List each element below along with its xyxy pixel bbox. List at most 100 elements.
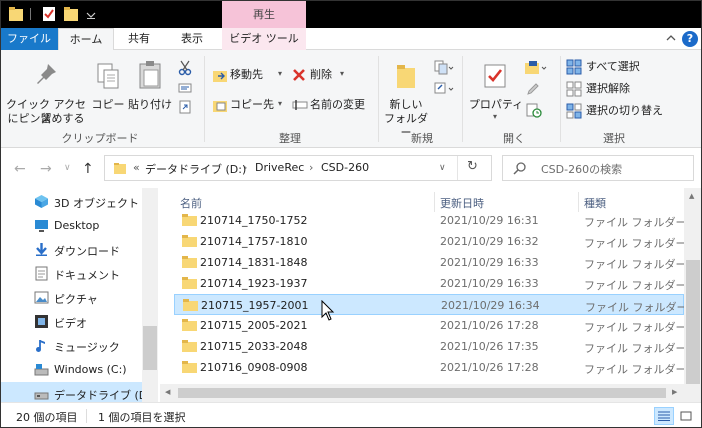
copy-to-button[interactable]: コピー先 ▾ (210, 94, 286, 116)
column-divider[interactable] (434, 192, 435, 212)
help-icon[interactable]: ? (682, 31, 698, 47)
address-divider (457, 156, 458, 180)
breadcrumb-drive-d[interactable]: データドライブ (D:) (145, 161, 246, 177)
nav-item-desktop[interactable]: Desktop (0, 214, 142, 238)
paste-shortcut-icon[interactable] (178, 100, 192, 114)
tab-home[interactable]: ホーム (58, 28, 114, 51)
nav-item-music[interactable]: ミュージック (0, 334, 142, 358)
nav-item-documents[interactable]: ドキュメント (0, 262, 142, 286)
nav-item-label: Desktop (54, 219, 100, 232)
ribbon-separator (462, 56, 463, 142)
nav-scrollbar-thumb[interactable] (143, 326, 157, 370)
new-folder-label-line1: 新しい (389, 98, 423, 111)
nav-item-downloads[interactable]: ダウンロード (0, 238, 142, 262)
tab-video-tools[interactable]: ビデオ ツール (222, 28, 306, 50)
select-none-icon (566, 81, 582, 97)
column-header-sort-area (160, 188, 684, 192)
cut-scissors-icon[interactable] (178, 60, 192, 76)
recent-locations-chevron-icon[interactable]: ∨ (64, 163, 71, 173)
scroll-up-arrow-icon[interactable]: ▲ (689, 192, 694, 200)
select-none-button[interactable]: 選択解除 (566, 80, 676, 98)
up-arrow-icon[interactable]: ↑ (82, 161, 94, 177)
horizontal-scrollbar-thumb[interactable] (178, 388, 666, 398)
move-to-button[interactable]: 移動先 ▾ (210, 64, 286, 86)
refresh-icon[interactable]: ↻ (467, 159, 478, 174)
nav-item-videos[interactable]: ビデオ (0, 310, 142, 334)
file-type: ファイル フォルダー (584, 342, 687, 355)
nav-item-3d-objects[interactable]: 3D オブジェクト (0, 190, 142, 214)
breadcrumb-overflow[interactable]: « (133, 161, 140, 174)
ribbon-tab-bar: ファイル ホーム 共有 表示 ビデオ ツール ? (0, 28, 702, 51)
tab-view[interactable]: 表示 (164, 28, 220, 50)
paste-button[interactable]: 貼り付け (128, 54, 172, 126)
table-row[interactable]: 210714_1757-1810 2021/10/29 16:32 ファイル フ… (174, 231, 687, 252)
ribbon-separator (378, 56, 379, 142)
scroll-left-arrow-icon[interactable]: ◀ (165, 388, 170, 396)
ribbon-collapse-chevron-icon[interactable] (666, 33, 676, 43)
new-folder-icon[interactable] (64, 6, 78, 22)
table-row[interactable]: 210715_2005-2021 2021/10/26 17:28 ファイル フ… (174, 315, 687, 336)
breadcrumb-separator-icon[interactable]: › (309, 161, 313, 174)
invert-selection-button[interactable]: 選択の切り替え (566, 102, 686, 120)
breadcrumb-csd260[interactable]: CSD-260 (321, 161, 369, 174)
nav-item-pictures[interactable]: ピクチャ (0, 286, 142, 310)
history-clock-icon[interactable] (526, 102, 542, 118)
table-row[interactable]: 210714_1923-1937 2021/10/29 16:33 ファイル フ… (174, 273, 687, 294)
edit-pencil-icon[interactable] (526, 82, 540, 96)
column-header-name[interactable]: 名前 (180, 195, 202, 211)
file-name: 210714_1923-1937 (200, 277, 308, 290)
back-arrow-icon[interactable]: ← (14, 161, 26, 177)
search-box[interactable]: CSD-260の検索 (502, 155, 694, 181)
properties-label: プロパティ (468, 98, 524, 111)
tab-file[interactable]: ファイル (0, 28, 58, 50)
open-with-icon[interactable] (524, 60, 548, 76)
column-header-modified[interactable]: 更新日時 (440, 195, 484, 211)
open-group-label: 開く (503, 132, 525, 145)
copy-button[interactable]: コピー (88, 54, 128, 126)
file-type: ファイル フォルダー (584, 279, 687, 292)
folder-icon (114, 163, 126, 174)
delete-button[interactable]: 削除 ▾ (290, 64, 350, 86)
table-row-selected[interactable]: 210715_1957-2001 2021/10/29 16:34 ファイル フ… (174, 294, 688, 315)
forward-arrow-icon[interactable]: → (40, 161, 52, 177)
mouse-cursor-icon (321, 300, 335, 321)
copy-path-icon[interactable] (178, 82, 192, 94)
large-icons-view-button[interactable] (676, 407, 696, 425)
nav-item-windows-c[interactable]: Windows (C:) (0, 358, 142, 382)
breadcrumb-separator-icon[interactable]: › (243, 161, 247, 174)
properties-check-icon[interactable] (42, 6, 56, 22)
video-tools-context-header: 再生 (222, 0, 306, 28)
copy-icon (97, 63, 119, 89)
move-folder-icon (213, 71, 227, 82)
column-divider[interactable] (578, 192, 579, 212)
table-row[interactable]: 210714_1831-1848 2021/10/29 16:33 ファイル フ… (174, 252, 687, 273)
address-dropdown-chevron-icon[interactable]: ∨ (439, 163, 446, 173)
folder-icon (182, 361, 197, 373)
selection-count: 1 個の項目を選択 (98, 411, 186, 424)
details-view-button[interactable] (654, 407, 674, 425)
new-folder-button[interactable]: 新しい フォルダー (382, 54, 430, 139)
new-item-icon[interactable] (434, 60, 454, 76)
delete-x-icon (293, 69, 305, 81)
copy-label: コピー (91, 98, 125, 111)
tab-share[interactable]: 共有 (114, 28, 164, 50)
file-type: ファイル フォルダー (585, 301, 688, 314)
properties-check-icon (484, 64, 506, 88)
select-all-button[interactable]: すべて選択 (566, 58, 676, 76)
folder-icon (182, 319, 197, 331)
table-row[interactable]: 210715_2033-2048 2021/10/26 17:35 ファイル フ… (174, 336, 687, 357)
table-row[interactable]: 210714_1750-1752 2021/10/29 16:31 ファイル フ… (174, 210, 687, 231)
rename-button[interactable]: 名前の変更 (290, 94, 372, 116)
column-header-type[interactable]: 種類 (584, 195, 606, 211)
nav-item-label: データドライブ (D:) (54, 389, 156, 402)
breadcrumb-driverec[interactable]: DriveRec (255, 161, 304, 174)
pin-quick-access-button[interactable]: クイック アクセス にピン留めする (6, 54, 86, 126)
nav-item-label: Windows (C:) (54, 363, 127, 376)
vertical-scrollbar-thumb[interactable] (686, 260, 700, 384)
address-bar[interactable]: « データドライブ (D:) › DriveRec › CSD-260 ∨ ↻ (104, 155, 492, 181)
easy-access-icon[interactable] (434, 82, 454, 96)
scroll-right-arrow-icon[interactable]: ▶ (672, 388, 677, 396)
customize-quick-access-icon[interactable] (84, 6, 98, 22)
table-row[interactable]: 210716_0908-0908 2021/10/26 17:28 ファイル フ… (174, 357, 687, 378)
properties-button[interactable]: プロパティ ▾ (466, 54, 526, 126)
